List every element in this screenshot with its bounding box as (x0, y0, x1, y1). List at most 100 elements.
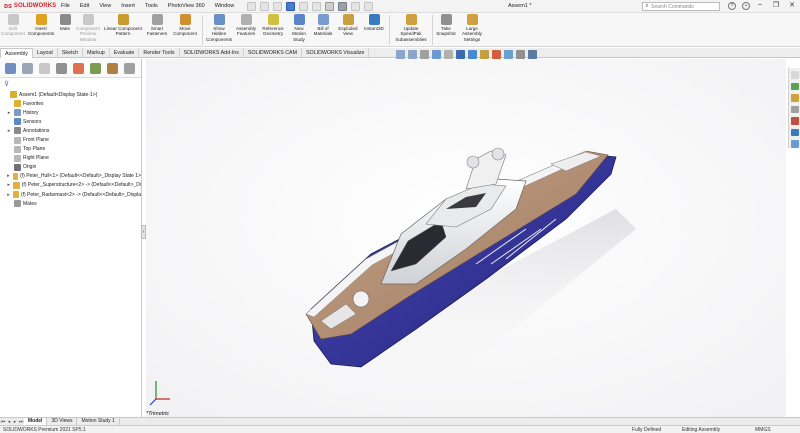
cam-operation-tree-icon[interactable] (107, 62, 118, 74)
menu-edit[interactable]: Edit (75, 3, 94, 9)
zoom-area-icon[interactable] (408, 50, 417, 59)
display-manager-icon[interactable] (73, 62, 84, 74)
design-library-icon[interactable] (790, 82, 799, 91)
tab-layout[interactable]: Layout (33, 48, 58, 58)
new-motion-study-button[interactable]: New Motion Study (287, 14, 311, 42)
status-units[interactable]: MMGS (755, 427, 771, 433)
edit-appearance-icon[interactable] (492, 50, 501, 59)
tree-item[interactable]: ▸ Annotations (0, 126, 141, 135)
tree-expander-icon[interactable]: ▸ (6, 182, 11, 188)
show-hidden-components-button[interactable]: Show Hidden Components (205, 14, 233, 42)
select-arrow-icon[interactable] (325, 1, 335, 11)
file-explorer-icon[interactable] (790, 94, 799, 102)
user-icon[interactable]: • (742, 2, 750, 10)
tree-item[interactable]: Mates (0, 199, 141, 208)
configuration-manager-icon[interactable] (39, 62, 50, 74)
dimxpert-icon[interactable] (56, 62, 67, 74)
menu-file[interactable]: File (56, 3, 75, 9)
section-view-icon[interactable] (432, 50, 441, 59)
cam-feature-tree-icon[interactable] (90, 62, 101, 74)
tree-expander-icon[interactable]: ▸ (6, 192, 11, 198)
tree-item[interactable]: ▸ (f) Peter_Superstructure<2> -> (Default… (0, 181, 141, 190)
tab-render-tools[interactable]: Render Tools (139, 48, 180, 58)
filter-icon[interactable]: ⊽ (4, 80, 9, 88)
rebuild-icon[interactable] (338, 1, 348, 11)
tree-item[interactable]: Right Plane (0, 154, 141, 163)
menu-window[interactable]: Window (210, 3, 240, 9)
bill-of-materials-button[interactable]: Bill of Materials (311, 14, 335, 37)
linear-component-pattern-button[interactable]: Linear Component Pattern (102, 14, 144, 37)
tab-assembly[interactable]: Assembly (0, 48, 33, 58)
hide-show-items-icon[interactable] (480, 50, 489, 59)
help-icon[interactable]: ? (728, 2, 736, 10)
reference-geometry-button[interactable]: Reference Geometry (259, 14, 287, 37)
print-icon[interactable] (299, 1, 309, 11)
component-preview-window-button[interactable]: Component Preview Window (74, 14, 102, 42)
tab-3d-views[interactable]: 3D Views (47, 418, 78, 425)
large-assembly-settings-button[interactable]: Large Assembly Settings (457, 14, 487, 42)
tab-solidworks-addins[interactable]: SOLIDWORKS Add-Ins (180, 48, 244, 58)
insert-components-button[interactable]: Insert Components (26, 14, 56, 37)
tree-expander-icon[interactable]: ▸ (6, 128, 12, 134)
dynamic-annotation-icon[interactable] (444, 50, 453, 59)
menu-tools[interactable]: Tools (140, 3, 163, 9)
tab-markup[interactable]: Markup (83, 48, 110, 58)
tab-evaluate[interactable]: Evaluate (110, 48, 140, 58)
zoom-to-fit-icon[interactable] (396, 50, 405, 59)
tree-item[interactable]: ▸ History (0, 108, 141, 117)
options-gear-icon[interactable] (364, 1, 374, 11)
take-snapshot-button[interactable]: Take Snapshot (435, 14, 457, 37)
menu-insert[interactable]: Insert (116, 3, 140, 9)
display-style-icon[interactable] (468, 50, 477, 59)
previous-view-icon[interactable] (420, 50, 429, 59)
solidworks-resources-icon[interactable] (790, 71, 799, 79)
file-properties-icon[interactable] (351, 1, 361, 11)
minimize-icon[interactable]: – (755, 1, 765, 9)
instant3d-button[interactable]: Instant3D (361, 14, 387, 31)
custom-properties-icon[interactable] (790, 128, 799, 137)
appearances-icon[interactable] (790, 117, 799, 125)
tree-item[interactable]: Top Plane (0, 145, 141, 154)
view-palette-icon[interactable] (790, 105, 799, 114)
graphics-area[interactable] (146, 59, 786, 417)
tree-expander-icon[interactable]: ▸ (6, 173, 11, 179)
search-commands-box[interactable]: ⌕ Search Commands (642, 2, 720, 11)
tree-item[interactable]: ▸ (f) Peter_Hull<1> (Default<<Default>_Di… (0, 172, 141, 181)
smart-fasteners-button[interactable]: Smart Fasteners (144, 14, 170, 37)
tree-root-assembly[interactable]: Assem1 (Default<Display State-1>) (0, 90, 141, 99)
assembly-features-button[interactable]: Assembly Features (233, 14, 259, 37)
restore-icon[interactable]: ❐ (771, 1, 781, 9)
exploded-view-button[interactable]: Exploded View (335, 14, 361, 37)
property-manager-icon[interactable] (22, 62, 33, 74)
solidworks-logo[interactable]: ᴅs SOLIDWORKS (0, 3, 56, 10)
update-speedpak-button[interactable]: Update SpeedPak Subassemblies (392, 14, 430, 42)
view-orientation-icon[interactable] (456, 50, 465, 59)
edit-component-button[interactable]: Edit Component (0, 14, 26, 37)
monitor-icon[interactable] (528, 50, 537, 59)
tree-item[interactable]: Front Plane (0, 135, 141, 144)
undo-icon[interactable] (312, 1, 322, 11)
apply-scene-icon[interactable] (504, 50, 513, 59)
view-settings-icon[interactable] (516, 50, 525, 59)
tab-sketch[interactable]: Sketch (58, 48, 84, 58)
home-icon[interactable] (247, 1, 257, 11)
tab-solidworks-cam[interactable]: SOLIDWORKS CAM (244, 48, 302, 58)
forum-icon[interactable] (790, 140, 799, 149)
tree-item[interactable]: ▸ (f) Peter_Radarmast<2> -> (Default<<Def… (0, 190, 141, 199)
tab-solidworks-visualize[interactable]: SOLIDWORKS Visualize (302, 48, 370, 58)
close-icon[interactable]: ✕ (787, 1, 797, 9)
menu-photoview[interactable]: PhotoView 360 (163, 3, 210, 9)
tab-model[interactable]: Model (24, 418, 48, 425)
open-icon[interactable] (273, 1, 283, 11)
new-document-icon[interactable] (260, 1, 270, 11)
mate-button[interactable]: Mate (56, 14, 74, 31)
tab-motion-study-1[interactable]: Motion Study 1 (77, 418, 120, 425)
menu-view[interactable]: View (94, 3, 116, 9)
tree-expander-icon[interactable]: ▸ (6, 110, 12, 116)
cam-tool-tree-icon[interactable] (124, 62, 135, 74)
tree-item[interactable]: Origin (0, 163, 141, 172)
tree-item[interactable]: Sensors (0, 117, 141, 126)
tree-item[interactable]: Favorites (0, 99, 141, 108)
save-icon[interactable] (286, 1, 296, 11)
feature-manager-tree-icon[interactable] (5, 62, 16, 74)
